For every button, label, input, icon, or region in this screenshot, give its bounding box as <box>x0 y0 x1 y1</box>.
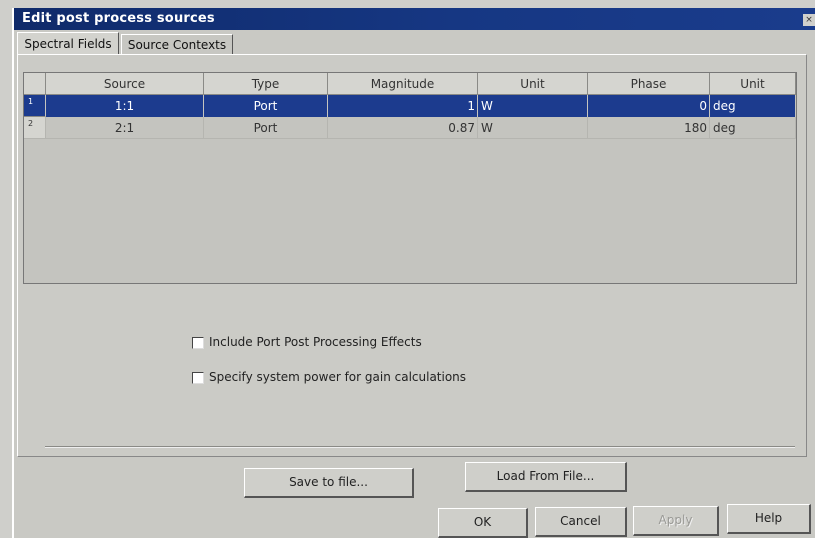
save-to-file-label: Save to file... <box>289 475 368 489</box>
cell-magnitude[interactable]: 0.87 <box>328 117 478 139</box>
checkbox-box[interactable] <box>192 337 204 349</box>
system-power-label: Specify system power for gain calculatio… <box>209 370 467 384</box>
row-number[interactable]: 1 <box>24 95 46 117</box>
cell-phase-unit[interactable]: deg <box>710 117 796 139</box>
save-to-file-button[interactable]: Save to file... <box>244 468 414 498</box>
system-power-checkbox[interactable]: Specify system power for gain calculatio… <box>192 370 482 386</box>
cell-source[interactable]: 1:1 <box>46 95 204 117</box>
apply-button[interactable]: Apply <box>633 506 719 536</box>
tab-spectral-fields[interactable]: Spectral Fields <box>17 32 119 54</box>
cell-phase[interactable]: 180 <box>588 117 710 139</box>
cell-unit[interactable]: W <box>478 117 588 139</box>
tab-source-contexts[interactable]: Source Contexts <box>121 34 233 54</box>
close-icon[interactable]: × <box>803 14 815 26</box>
cell-unit[interactable]: W <box>478 95 588 117</box>
load-from-file-label: Load From File... <box>496 469 595 483</box>
cell-phase[interactable]: 0 <box>588 95 710 117</box>
help-button[interactable]: Help <box>727 504 811 534</box>
titlebar[interactable]: Edit post process sources × <box>14 8 815 30</box>
load-from-file-button[interactable]: Load From File... <box>465 462 627 492</box>
ok-button[interactable]: OK <box>438 508 528 538</box>
header-phase[interactable]: Phase <box>588 73 710 95</box>
cell-phase-unit[interactable]: deg <box>710 95 796 117</box>
cell-source[interactable]: 2:1 <box>46 117 204 139</box>
header-phase-unit[interactable]: Unit <box>710 73 796 95</box>
row-number[interactable]: 2 <box>24 117 46 139</box>
table-header-row: Source Type Magnitude Unit Phase Unit <box>24 73 796 95</box>
cell-magnitude[interactable]: 1 <box>328 95 478 117</box>
header-magnitude[interactable]: Magnitude <box>328 73 478 95</box>
checkbox-box[interactable] <box>192 372 204 384</box>
cell-type[interactable]: Port <box>204 117 328 139</box>
include-port-effects-checkbox[interactable]: Include Port Post Processing Effects <box>192 335 472 351</box>
header-unit[interactable]: Unit <box>478 73 588 95</box>
corner-header[interactable] <box>24 73 46 95</box>
separator <box>45 446 795 448</box>
header-type[interactable]: Type <box>204 73 328 95</box>
sources-table: Source Type Magnitude Unit Phase Unit 1 … <box>23 72 797 284</box>
window-title: Edit post process sources <box>22 11 215 26</box>
cell-type[interactable]: Port <box>204 95 328 117</box>
include-port-effects-label: Include Port Post Processing Effects <box>209 335 422 349</box>
table-row[interactable]: 1 1:1 Port 1 W 0 deg <box>24 95 796 117</box>
cancel-button[interactable]: Cancel <box>535 507 627 537</box>
table-row[interactable]: 2 2:1 Port 0.87 W 180 deg <box>24 117 796 139</box>
header-source[interactable]: Source <box>46 73 204 95</box>
